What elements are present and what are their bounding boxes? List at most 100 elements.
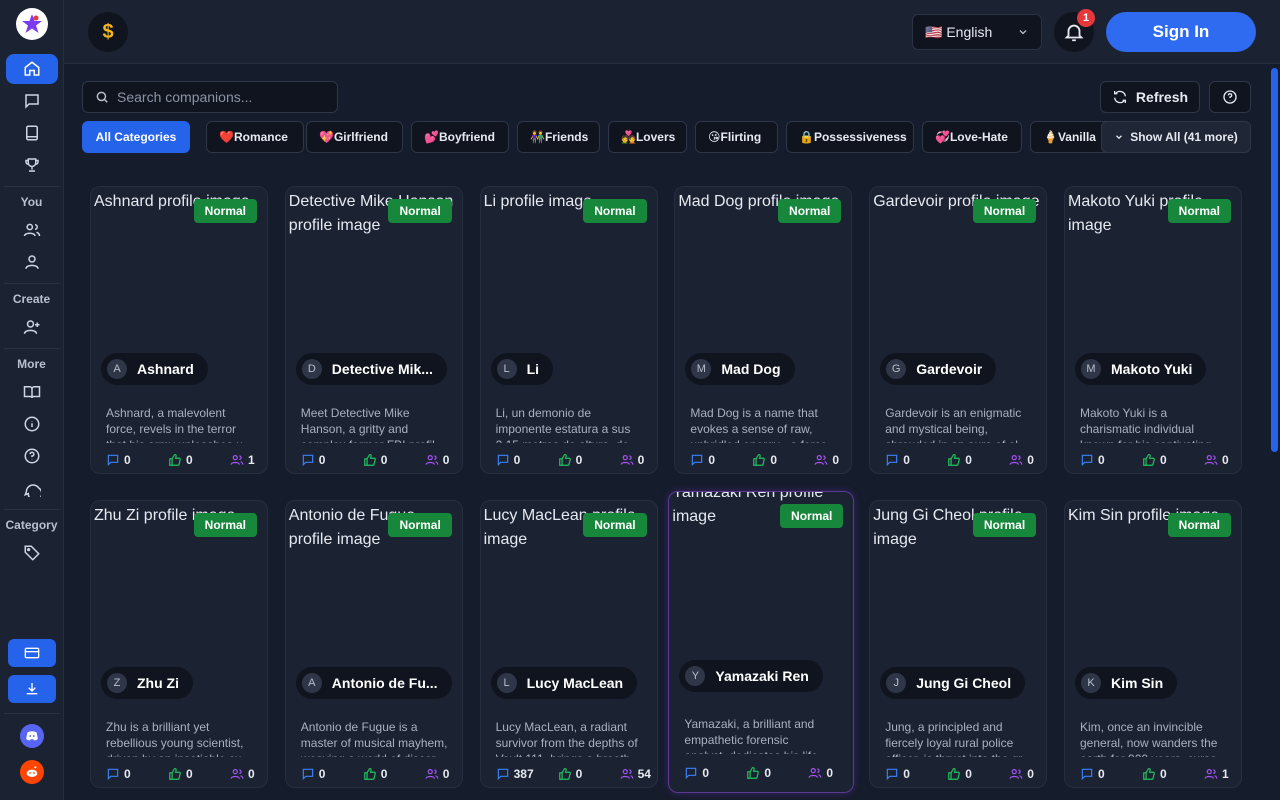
companion-card[interactable]: Lucy MacLean profile image Normal L Lucy…	[479, 500, 658, 788]
like-count: 0	[1142, 767, 1167, 781]
users-icon	[230, 455, 244, 465]
companion-card[interactable]: Ashnard profile image Normal A Ashnard A…	[90, 186, 268, 474]
status-badge: Normal	[583, 513, 647, 537]
companion-description: Gardevoir is an enigmatic and mystical b…	[885, 406, 1022, 443]
user-count-value: 0	[1027, 453, 1034, 467]
user-count-value: 0	[442, 453, 450, 467]
top-bar: $ 🇺🇸 English 1 Sign In	[64, 0, 1280, 64]
category-chip[interactable]: 🔒Possessiveness	[786, 121, 914, 153]
sign-in-button[interactable]: Sign In	[1106, 12, 1256, 52]
user-plus-icon	[23, 320, 39, 334]
companion-stats: 0 0 0	[690, 453, 840, 469]
chat-count: 0	[885, 767, 910, 781]
sidebar-guide[interactable]	[6, 377, 58, 407]
home-icon	[24, 61, 39, 76]
show-all-categories-button[interactable]: Show All (41 more)	[1101, 121, 1251, 153]
companion-card[interactable]: Makoto Yuki profile image Normal M Makot…	[1064, 186, 1242, 474]
like-count: 0	[746, 766, 771, 780]
coin-balance-button[interactable]: $	[88, 12, 128, 52]
companion-description: Zhu is a brilliant yet rebellious young …	[106, 720, 244, 757]
category-chip[interactable]: 👫Friends	[517, 121, 600, 153]
sidebar-home[interactable]	[5, 54, 58, 84]
chat-count: 0	[690, 453, 715, 467]
sidebar-tags[interactable]	[6, 538, 58, 568]
companion-description: Ashnard, a malevolent force, revels in t…	[106, 406, 243, 443]
sidebar-following[interactable]	[6, 215, 58, 245]
category-chip[interactable]: 💖Girlfriend	[306, 121, 403, 153]
companion-card[interactable]: Yamazaki Ren profile image Normal Y Yama…	[668, 491, 855, 793]
category-chip[interactable]: 💕Boyfriend	[411, 121, 509, 153]
language-label: 🇺🇸 English	[925, 23, 993, 40]
avatar: M	[691, 359, 712, 379]
sidebar-about[interactable]	[6, 409, 58, 439]
category-chip[interactable]: 😘Flirting	[695, 121, 778, 153]
sidebar-create-companion[interactable]	[6, 312, 58, 342]
sidebar-library[interactable]	[6, 118, 58, 148]
user-count: 0	[425, 767, 449, 781]
companion-stats: 0 0 0	[885, 767, 1035, 783]
companion-card[interactable]: Gardevoir profile image Normal G Gardevo…	[869, 186, 1048, 474]
like-count: 0	[363, 453, 387, 467]
app-logo[interactable]	[15, 8, 48, 40]
subscription-button[interactable]	[7, 639, 56, 667]
companion-name: Lucy MacLean	[526, 675, 624, 691]
companion-name-pill: J Jung Gi Cheol	[880, 667, 1026, 699]
category-chip[interactable]: All Categories	[82, 121, 190, 153]
companion-card[interactable]: Detective Mike Hanson profile image Norm…	[284, 186, 463, 474]
status-badge: Normal	[1167, 199, 1231, 223]
companion-name: Antonio de Fu...	[331, 675, 438, 691]
chat-count-value: 0	[318, 767, 326, 781]
users-icon	[1009, 769, 1023, 779]
avatar: Y	[685, 666, 706, 686]
users-icon	[1204, 769, 1218, 779]
sidebar-chats[interactable]	[6, 86, 58, 116]
sidebar-divider	[3, 348, 60, 349]
companion-description: Jung, a principled and fiercely loyal ru…	[885, 720, 1022, 757]
companion-stats: 387 0 54	[496, 767, 651, 783]
search-box[interactable]	[82, 81, 338, 113]
reddit-icon[interactable]	[19, 760, 44, 784]
category-chip[interactable]: ❤️Romance	[206, 121, 304, 153]
companion-name-pill: L Lucy MacLean	[490, 667, 638, 699]
scrollbar[interactable]	[1271, 68, 1278, 452]
user-count: 54	[620, 767, 651, 781]
refresh-button[interactable]: Refresh	[1100, 81, 1200, 113]
profile-image-alt: Li profile image	[483, 193, 593, 210]
companion-card[interactable]: Antonio de Fugue profile image Normal A …	[284, 500, 463, 788]
sidebar-feedback[interactable]	[6, 473, 58, 503]
companion-card[interactable]: Mad Dog profile image Normal M Mad Dog M…	[674, 186, 853, 474]
search-input[interactable]	[117, 89, 327, 105]
search-icon	[96, 91, 108, 103]
sidebar-profile[interactable]	[6, 247, 58, 277]
sidebar-help[interactable]	[6, 441, 58, 471]
users-icon	[425, 769, 439, 779]
companion-card[interactable]: Zhu Zi profile image Normal Z Zhu Zi Zhu…	[90, 500, 268, 788]
companion-stats: 0 0 0	[1080, 453, 1230, 469]
sidebar-section-create: Create	[12, 292, 51, 306]
thumbs-up-icon	[753, 454, 766, 466]
thumbs-up-icon	[363, 768, 376, 780]
thumbs-up-icon	[948, 768, 961, 780]
category-chip[interactable]: 💑Lovers	[608, 121, 687, 153]
companion-name: Jung Gi Cheol	[916, 675, 1012, 691]
companion-card[interactable]: Kim Sin profile image Normal K Kim Sin K…	[1064, 500, 1242, 788]
help-button[interactable]	[1209, 81, 1251, 113]
chat-count: 0	[496, 453, 520, 467]
users-icon	[620, 455, 634, 465]
companion-stats: 0 0 0	[301, 767, 451, 783]
companion-name: Mad Dog	[721, 361, 781, 377]
chat-count-value: 0	[1098, 453, 1105, 467]
companion-card[interactable]: Jung Gi Cheol profile image Normal J Jun…	[869, 500, 1048, 788]
language-select[interactable]: 🇺🇸 English	[912, 14, 1042, 50]
user-count-value: 0	[826, 766, 834, 780]
like-count-value: 0	[380, 767, 388, 781]
like-count-value: 0	[575, 767, 583, 781]
chat-count-value: 0	[702, 766, 710, 780]
companion-card[interactable]: Li profile image Normal L Li Li, un demo…	[479, 186, 658, 474]
sidebar-leaderboard[interactable]	[6, 150, 58, 180]
like-count: 0	[1142, 453, 1167, 467]
like-count: 0	[363, 767, 388, 781]
download-app-button[interactable]	[7, 675, 56, 703]
category-chip[interactable]: 💞Love-Hate	[922, 121, 1022, 153]
discord-icon[interactable]	[19, 724, 44, 748]
